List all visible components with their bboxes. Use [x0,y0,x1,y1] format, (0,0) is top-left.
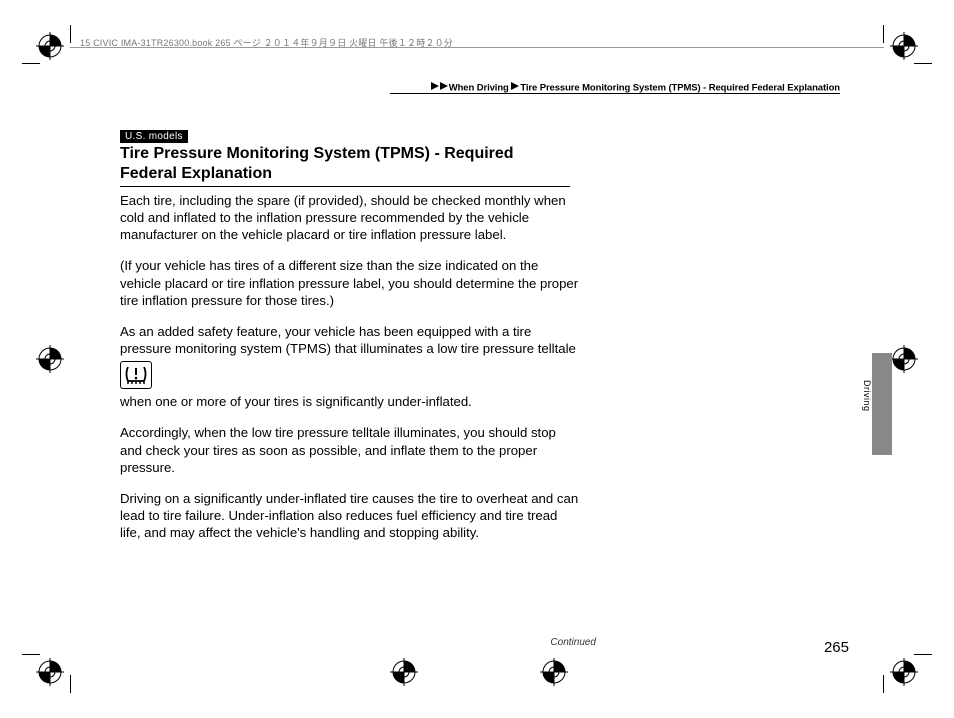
registration-mark-icon [36,658,64,686]
registration-mark-icon [890,32,918,60]
crop-tick [70,675,71,693]
crop-tick [883,25,884,43]
registration-mark-icon [36,32,64,60]
paragraph: Driving on a significantly under-inflate… [120,490,580,541]
page-title: Tire Pressure Monitoring System (TPMS) -… [120,144,570,187]
crop-tick [914,63,932,64]
registration-mark-icon [540,658,568,686]
breadcrumb-section-2: Tire Pressure Monitoring System (TPMS) -… [520,83,840,94]
crop-tick [22,63,40,64]
paragraph: As an added safety feature, your vehicle… [120,323,580,357]
paragraph: (If your vehicle has tires of a differen… [120,257,580,308]
registration-mark-icon [890,345,918,373]
continued-label: Continued [550,637,596,648]
registration-mark-icon [36,345,64,373]
paragraph: Accordingly, when the low tire pressure … [120,424,580,475]
triangle-icon [431,82,439,93]
registration-mark-icon [890,658,918,686]
print-info-text: 15 CIVIC IMA-31TR26300.book 265 ページ ２０１４… [80,36,453,49]
breadcrumb: When Driving Tire Pressure Monitoring Sy… [431,82,840,94]
crop-tick [22,654,40,655]
page-number: 265 [824,639,849,656]
paragraph: when one or more of your tires is signif… [120,393,580,410]
tpms-telltale-icon [120,361,152,389]
triangle-icon [440,82,448,93]
crop-tick [914,654,932,655]
section-tab-label: Driving [862,380,872,412]
body-text-column: Each tire, including the spare (if provi… [120,192,580,555]
triangle-icon [511,82,519,93]
registration-mark-icon [390,658,418,686]
section-tab-indicator [872,353,892,455]
crop-tick [883,675,884,693]
paragraph: Each tire, including the spare (if provi… [120,192,580,243]
us-models-badge: U.S. models [120,130,188,143]
crop-tick [70,25,71,43]
breadcrumb-section-1: When Driving [449,83,509,94]
